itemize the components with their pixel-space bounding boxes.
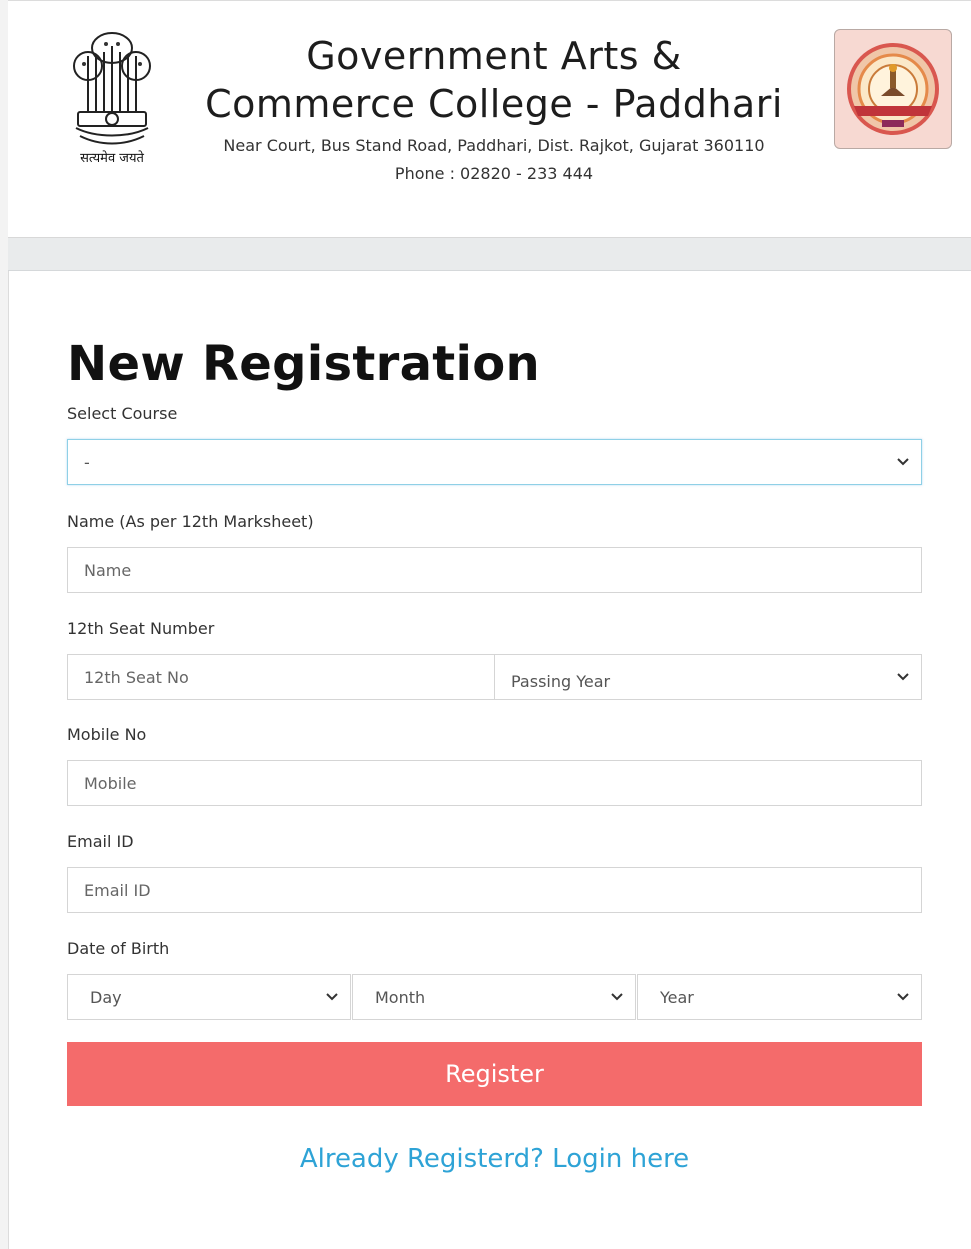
email-placeholder: Email ID bbox=[84, 880, 151, 900]
dob-day-value: Day bbox=[90, 987, 122, 1007]
course-select[interactable]: - bbox=[67, 439, 922, 485]
chevron-down-icon bbox=[897, 993, 909, 1001]
dob-year-value: Year bbox=[660, 987, 694, 1007]
course-select-value: - bbox=[84, 452, 90, 472]
chevron-down-icon bbox=[611, 993, 623, 1001]
mobile-input[interactable]: Mobile bbox=[67, 760, 922, 806]
seat-number-input[interactable]: 12th Seat No bbox=[67, 654, 495, 700]
college-logo bbox=[834, 29, 952, 149]
dob-month-value: Month bbox=[375, 987, 426, 1007]
register-button[interactable]: Register bbox=[67, 1042, 922, 1106]
email-input[interactable]: Email ID bbox=[67, 867, 922, 913]
mobile-label: Mobile No bbox=[67, 725, 147, 744]
dob-day-select[interactable]: Day bbox=[67, 974, 351, 1020]
name-label: Name (As per 12th Marksheet) bbox=[67, 512, 314, 531]
name-input[interactable]: Name bbox=[67, 547, 922, 593]
emblem-caption: सत्यमेव जयते bbox=[80, 151, 144, 166]
chevron-down-icon bbox=[326, 993, 338, 1001]
college-address: Near Court, Bus Stand Road, Paddhari, Di… bbox=[223, 136, 765, 155]
college-seal-icon bbox=[847, 43, 939, 135]
seat-number-placeholder: 12th Seat No bbox=[84, 667, 189, 687]
page-title: New Registration bbox=[67, 336, 541, 392]
course-label: Select Course bbox=[67, 404, 178, 423]
passing-year-value: Passing Year bbox=[511, 672, 611, 691]
name-placeholder: Name bbox=[84, 560, 132, 580]
passing-year-select[interactable]: Passing Year bbox=[494, 654, 922, 700]
chevron-down-icon bbox=[897, 458, 909, 466]
college-name: Government Arts & Commerce College - Pad… bbox=[180, 32, 808, 128]
college-phone: Phone : 02820 - 233 444 bbox=[394, 164, 594, 183]
dob-month-select[interactable]: Month bbox=[352, 974, 636, 1020]
email-label: Email ID bbox=[67, 832, 134, 851]
college-name-line1: Government Arts & bbox=[306, 34, 682, 78]
dob-year-select[interactable]: Year bbox=[637, 974, 922, 1020]
seat-number-label: 12th Seat Number bbox=[67, 619, 215, 638]
college-name-line2: Commerce College - Paddhari bbox=[205, 82, 783, 126]
header-divider-band bbox=[8, 238, 971, 271]
national-emblem-icon bbox=[66, 26, 158, 168]
login-link[interactable]: Already Registerd? Login here bbox=[67, 1144, 922, 1174]
chevron-down-icon bbox=[897, 673, 909, 681]
dob-label: Date of Birth bbox=[67, 939, 170, 958]
mobile-placeholder: Mobile bbox=[84, 773, 137, 793]
